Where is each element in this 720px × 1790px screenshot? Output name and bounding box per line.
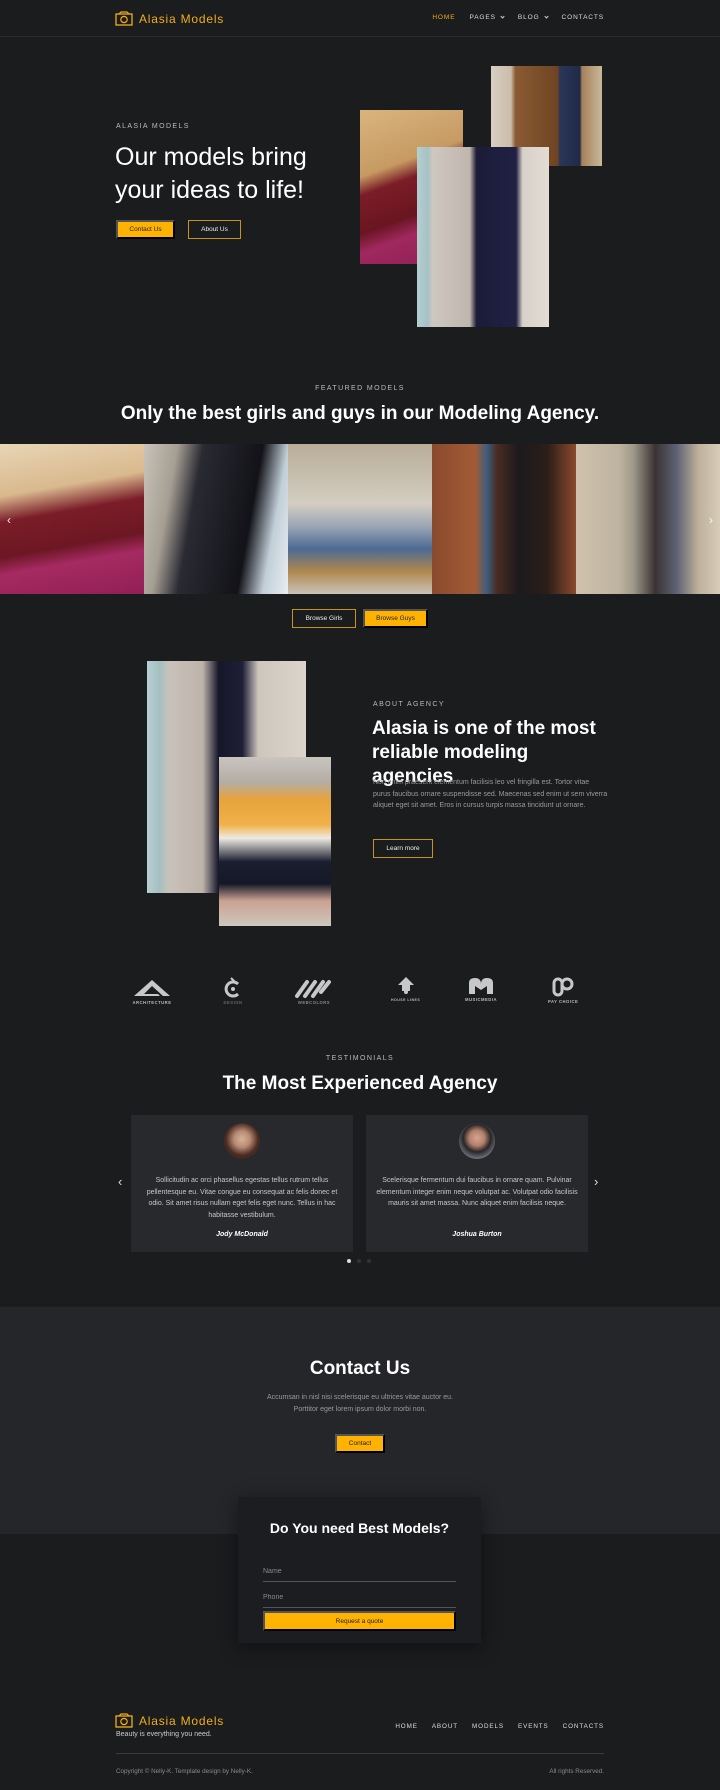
testimonial-quote: Scelerisque fermentum dui faucibus in or… xyxy=(376,1177,578,1207)
contact-text-line: Porttitor eget lorem ipsum dolor morbi n… xyxy=(293,1405,427,1413)
nav-contacts[interactable]: CONTACTS xyxy=(562,14,604,21)
name-input[interactable] xyxy=(263,1562,456,1582)
chevron-down-icon xyxy=(500,14,505,19)
partner-name: ARCHITECTURE xyxy=(132,1000,172,1005)
pagination-dot[interactable] xyxy=(367,1259,371,1263)
footer-nav-about[interactable]: ABOUT xyxy=(432,1723,458,1730)
model-card[interactable] xyxy=(0,444,144,594)
browse-guys-button[interactable]: Browse Guys xyxy=(363,609,428,628)
pay-choice-logo-icon xyxy=(552,977,574,997)
partner-name: DESIGN xyxy=(223,1000,243,1005)
footer-nav-events[interactable]: EVENTS xyxy=(518,1723,549,1730)
partner-architecture[interactable]: ARCHITECTURE xyxy=(132,978,172,1005)
partner-name: MUSICMEDIA xyxy=(465,997,497,1002)
model-card[interactable] xyxy=(576,444,720,594)
partner-design[interactable]: DESIGN xyxy=(223,976,243,1005)
footer-logo[interactable]: Alasia Models xyxy=(115,1713,224,1728)
carousel-next-icon[interactable]: › xyxy=(706,513,716,527)
carousel-prev-icon[interactable]: ‹ xyxy=(4,513,14,527)
footer-nav-models[interactable]: MODELS xyxy=(472,1723,504,1730)
rights-text: All rights Reserved. xyxy=(549,1768,604,1775)
testimonial-card: Sollicitudin ac orci phasellus egestas t… xyxy=(131,1115,353,1252)
model-card[interactable] xyxy=(432,444,576,594)
about-photo-2 xyxy=(219,757,331,926)
browse-girls-button[interactable]: Browse Girls xyxy=(292,609,356,628)
footer-nav-contacts[interactable]: CONTACTS xyxy=(563,1723,604,1730)
featured-eyebrow: FEATURED MODELS xyxy=(315,385,405,392)
footer-nav: HOME ABOUT MODELS EVENTS CONTACTS xyxy=(395,1723,604,1730)
chevron-down-icon xyxy=(543,14,549,19)
quote-form: Do You need Best Models? Request a quote xyxy=(238,1497,481,1643)
avatar xyxy=(224,1123,260,1159)
partner-musicmedia[interactable]: MUSICMEDIA xyxy=(465,977,497,1002)
nav-pages[interactable]: PAGES xyxy=(469,14,505,21)
models-carousel xyxy=(0,444,720,594)
copyright-text: Copyright © Nelly-K. Template design by … xyxy=(116,1768,253,1775)
musicmedia-logo-icon xyxy=(469,978,493,994)
contact-text-line: Accumsan in nisl nisi scelerisque eu ult… xyxy=(267,1394,453,1401)
carousel-pagination xyxy=(347,1259,371,1263)
partner-pay-choice[interactable]: PAY CHOICE xyxy=(548,977,578,1004)
camera-logo-icon xyxy=(115,1713,133,1728)
testimonial-author: Joshua Burton xyxy=(452,1231,502,1238)
testimonial-prev-icon[interactable]: ‹ xyxy=(118,1174,122,1189)
main-nav: HOME PAGES BLOG CONTACTS xyxy=(432,14,604,21)
hero-title: Our models bring your ideas to life! xyxy=(115,143,307,204)
phone-input[interactable] xyxy=(263,1588,456,1608)
about-text: Non enim praesent elementum facilisis le… xyxy=(373,779,608,809)
contact-title: Contact Us xyxy=(309,1358,411,1379)
footer-divider xyxy=(116,1753,604,1754)
hero-eyebrow: ALASIA MODELS xyxy=(116,123,190,130)
quote-form-title: Do You need Best Models? xyxy=(269,1520,450,1536)
learn-more-button[interactable]: Learn more xyxy=(373,839,433,858)
testimonial-next-icon[interactable]: › xyxy=(594,1174,598,1189)
nav-blog[interactable]: BLOG xyxy=(517,14,549,21)
partner-name: WEBCOLORS xyxy=(297,1000,331,1005)
model-card[interactable] xyxy=(144,444,288,594)
house-logo-icon xyxy=(397,977,414,994)
contact-text: Accumsan in nisl nisi scelerisque eu ult… xyxy=(0,1392,720,1415)
footer-tagline: Beauty is everything you need. xyxy=(116,1731,212,1738)
avatar xyxy=(459,1123,495,1159)
testimonials-title: The Most Experienced Agency xyxy=(222,1073,498,1094)
partner-name: HOUSE LINES xyxy=(391,998,421,1002)
partner-webcolors[interactable]: WEBCOLORS xyxy=(295,978,333,1005)
testimonials-eyebrow: TESTIMONIALS xyxy=(325,1055,395,1062)
architecture-logo-icon xyxy=(134,980,170,996)
request-quote-button[interactable]: Request a quote xyxy=(263,1611,456,1631)
nav-contacts-label: CONTACTS xyxy=(561,14,604,21)
contact-button[interactable]: Contact xyxy=(335,1434,385,1453)
testimonial-author: Jody McDonald xyxy=(216,1231,268,1238)
testimonial-quote: Sollicitudin ac orci phasellus egestas t… xyxy=(146,1177,338,1219)
nav-pages-label: PAGES xyxy=(469,14,496,21)
footer-nav-home[interactable]: HOME xyxy=(395,1723,418,1730)
camera-logo-icon xyxy=(115,11,133,26)
webcolors-logo-icon xyxy=(295,980,331,998)
site-header: Alasia Models HOME PAGES BLOG CONTACTS xyxy=(0,0,720,37)
nav-blog-label: BLOG xyxy=(517,14,540,21)
design-logo-icon xyxy=(224,977,240,998)
nav-home-label: HOME xyxy=(432,14,456,21)
testimonial-card: Scelerisque fermentum dui faucibus in or… xyxy=(366,1115,588,1252)
pagination-dot[interactable] xyxy=(357,1259,361,1263)
partner-logos: ARCHITECTURE DESIGN WEBCOLORS HOUSE LINE… xyxy=(120,970,600,1010)
model-card[interactable] xyxy=(288,444,432,594)
logo[interactable]: Alasia Models xyxy=(115,11,224,26)
partner-house-lines[interactable]: HOUSE LINES xyxy=(391,976,420,1002)
contact-us-button[interactable]: Contact Us xyxy=(116,220,175,239)
partner-name: PAY CHOICE xyxy=(548,999,579,1004)
brand-name: Alasia Models xyxy=(139,11,225,26)
featured-title: Only the best girls and guys in our Mode… xyxy=(120,403,600,424)
nav-home[interactable]: HOME xyxy=(432,14,455,21)
about-us-button[interactable]: About Us xyxy=(188,220,241,239)
footer-brand-name: Alasia Models xyxy=(139,1713,225,1728)
pagination-dot[interactable] xyxy=(347,1259,351,1263)
hero-model-photo-3 xyxy=(417,147,549,327)
about-eyebrow: ABOUT AGENCY xyxy=(373,701,445,708)
